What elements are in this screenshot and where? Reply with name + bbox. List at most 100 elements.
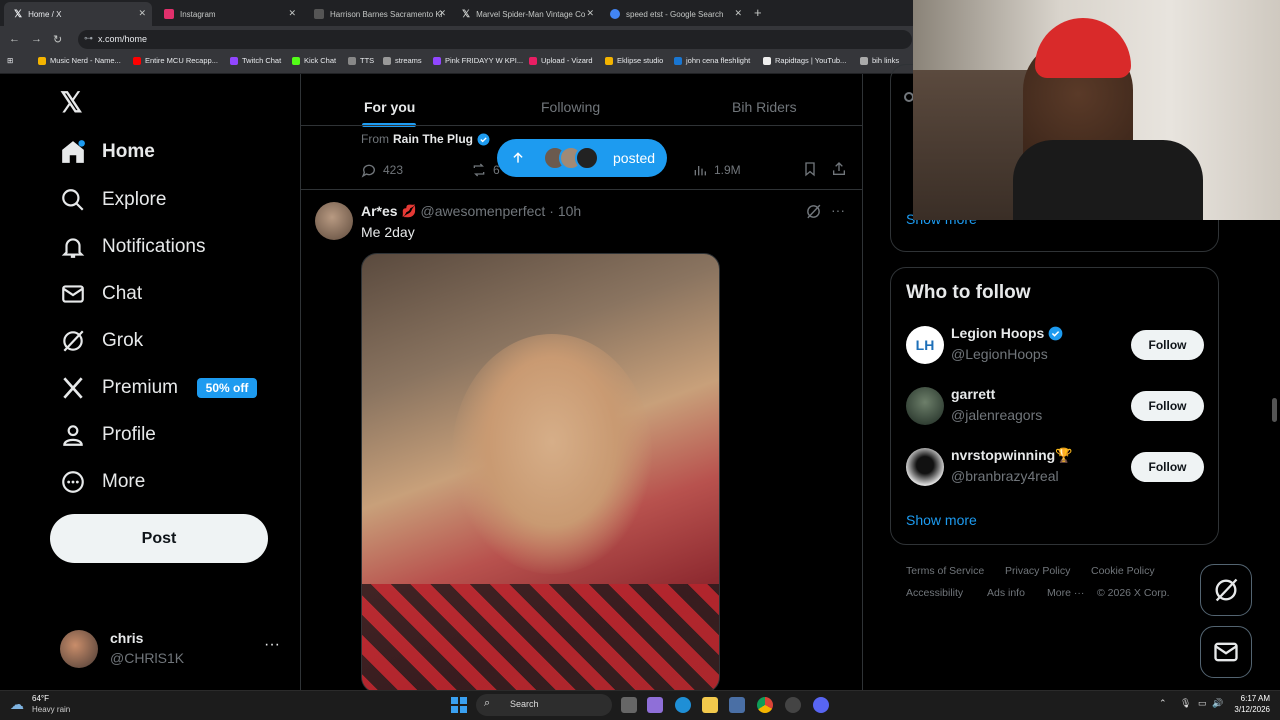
weather-description[interactable]: Heavy rain — [32, 705, 70, 714]
apps-grid-icon[interactable]: ⊞ — [7, 56, 13, 65]
browser-tab-instagram[interactable]: Instagram ✕ — [154, 2, 302, 26]
close-tab-icon[interactable]: ✕ — [438, 8, 446, 19]
windows-start-icon[interactable] — [451, 697, 467, 713]
footer-link-privacy[interactable]: Privacy Policy — [1005, 565, 1070, 577]
address-bar[interactable]: ⊶ x.com/home — [78, 30, 912, 49]
bookmark-item[interactable]: Entire MCU Recapp... — [133, 56, 218, 65]
footer-link-more[interactable]: More ··· — [1047, 587, 1084, 599]
footer-link-ads-info[interactable]: Ads info — [987, 587, 1025, 599]
avatar[interactable]: LH — [906, 326, 944, 364]
close-tab-icon[interactable]: ✕ — [586, 8, 594, 19]
post-time[interactable]: · 10h — [549, 203, 581, 219]
sidebar-item-grok[interactable]: Grok — [60, 328, 143, 354]
avatar[interactable] — [906, 387, 944, 425]
new-posts-pill[interactable]: posted — [497, 139, 667, 177]
bookmark-item[interactable]: Music Nerd - Name... — [38, 56, 121, 65]
sidebar-item-label: More — [102, 471, 146, 492]
browser-tab-harrison-barnes[interactable]: Harrison Barnes Sacramento Ki ✕ — [304, 2, 452, 26]
bookmark-item[interactable]: Upload - Vizard — [529, 56, 593, 65]
more-dots-icon[interactable]: ··· — [831, 202, 845, 218]
sidebar-item-more[interactable]: More — [60, 469, 145, 495]
sidebar-item-label: Home — [102, 141, 155, 162]
grok-icon[interactable] — [805, 203, 822, 220]
close-tab-icon[interactable]: ✕ — [288, 8, 296, 19]
weather-temperature[interactable]: 64°F — [32, 694, 49, 703]
close-tab-icon[interactable]: ✕ — [138, 8, 146, 19]
edge-browser-icon[interactable] — [675, 697, 691, 713]
author-name[interactable]: Ar*es — [361, 203, 398, 219]
chevron-up-icon[interactable]: ⌃ — [1159, 698, 1167, 709]
bookmark-icon[interactable] — [802, 161, 818, 177]
clock-time[interactable]: 6:17 AM — [1230, 694, 1270, 703]
forward-arrow-icon[interactable]: → — [31, 33, 42, 45]
close-tab-icon[interactable]: ✕ — [734, 8, 742, 19]
x-logo-icon[interactable]: 𝕏 — [60, 86, 83, 119]
tab-for-you[interactable]: For you — [364, 99, 415, 115]
account-switcher[interactable]: chris @CHRlS1K ··· — [60, 628, 300, 670]
footer-link-accessibility[interactable]: Accessibility — [906, 587, 963, 599]
messages-floating-button[interactable] — [1200, 626, 1252, 678]
tab-following[interactable]: Following — [541, 99, 600, 115]
avatar[interactable] — [315, 202, 353, 240]
bookmark-item[interactable]: Twitch Chat — [230, 56, 281, 65]
bookmark-item[interactable]: Eklipse studio — [605, 56, 663, 65]
suggestion-name[interactable]: nvrstopwinning🏆 — [951, 447, 1073, 464]
bookmark-item[interactable]: bih links — [860, 56, 899, 65]
taskbar-search-box[interactable]: ⌕ Search — [476, 694, 612, 716]
suggestion-name[interactable]: garrett — [951, 386, 995, 402]
obs-studio-icon[interactable] — [785, 697, 801, 713]
clock-date[interactable]: 3/12/2026 — [1230, 705, 1270, 714]
task-view-icon[interactable] — [621, 697, 637, 713]
reply-action[interactable]: 423 — [361, 162, 403, 178]
chrome-browser-icon[interactable] — [757, 697, 773, 713]
views-action[interactable]: 1.9M — [692, 162, 741, 178]
premium-discount-badge[interactable]: 50% off — [197, 378, 257, 398]
site-info-icon[interactable]: ⊶ — [84, 33, 93, 44]
show-more-link[interactable]: Show more — [906, 512, 977, 528]
volume-icon[interactable]: 🔊 — [1212, 698, 1223, 709]
copilot-icon[interactable] — [647, 697, 663, 713]
browser-tab-x-home[interactable]: 𝕏 Home / X ✕ — [4, 2, 152, 26]
sidebar-item-chat[interactable]: Chat — [60, 281, 142, 307]
bookmark-item[interactable]: TTS — [348, 56, 374, 65]
follow-button[interactable]: Follow — [1131, 391, 1204, 421]
footer-link-cookies[interactable]: Cookie Policy — [1091, 565, 1155, 577]
bookmark-item[interactable]: Rapidtags | YouTub... — [763, 56, 846, 65]
author-handle[interactable]: @awesomenperfect — [421, 203, 546, 219]
sidebar-item-explore[interactable]: Explore — [60, 187, 166, 213]
browser-tab-spiderman[interactable]: 𝕏 Marvel Spider-Man Vintage Co ✕ — [452, 2, 600, 26]
bookmark-item[interactable]: Kick Chat — [292, 56, 336, 65]
share-icon[interactable] — [831, 161, 847, 177]
reload-icon[interactable]: ↻ — [53, 33, 62, 46]
tweet-media-image[interactable] — [361, 253, 720, 690]
sidebar-item-home[interactable]: Home — [60, 139, 155, 165]
tab-bih-riders[interactable]: Bih Riders — [732, 99, 797, 115]
microsoft-store-icon[interactable] — [729, 697, 745, 713]
grok-floating-button[interactable] — [1200, 564, 1252, 616]
follow-button[interactable]: Follow — [1131, 452, 1204, 482]
microphone-icon[interactable]: 🎙 — [1180, 698, 1191, 709]
back-arrow-icon[interactable]: ← — [9, 33, 20, 45]
file-explorer-icon[interactable] — [702, 697, 718, 713]
discord-icon[interactable] — [813, 697, 829, 713]
suggestion-name[interactable]: Legion Hoops — [951, 325, 1044, 341]
browser-tab-google-search[interactable]: speed etst - Google Search ✕ — [600, 2, 748, 26]
new-tab-icon[interactable]: + — [754, 5, 762, 20]
source-name[interactable]: Rain The Plug — [393, 132, 473, 146]
bookmark-item[interactable]: john cena fleshlight — [674, 56, 750, 65]
account-name: chris — [110, 630, 144, 646]
repost-action[interactable]: 6 — [471, 162, 500, 178]
sidebar-item-notifications[interactable]: Notifications — [60, 234, 206, 260]
sidebar-item-profile[interactable]: Profile — [60, 422, 156, 448]
sidebar-item-premium[interactable]: Premium — [60, 375, 178, 401]
footer-link-terms[interactable]: Terms of Service — [906, 565, 984, 577]
bookmark-item[interactable]: Pink FRIDAYY W KPI... — [433, 56, 523, 65]
page-scrollbar-thumb[interactable] — [1272, 398, 1277, 422]
sidebar-item-label: Notifications — [102, 236, 206, 257]
bookmark-item[interactable]: streams — [383, 56, 422, 65]
network-icon[interactable]: ▭ — [1198, 698, 1207, 709]
follow-button[interactable]: Follow — [1131, 330, 1204, 360]
avatar[interactable] — [906, 448, 944, 486]
post-button[interactable]: Post — [50, 514, 268, 563]
copyright-text: © 2026 X Corp. — [1097, 587, 1170, 599]
